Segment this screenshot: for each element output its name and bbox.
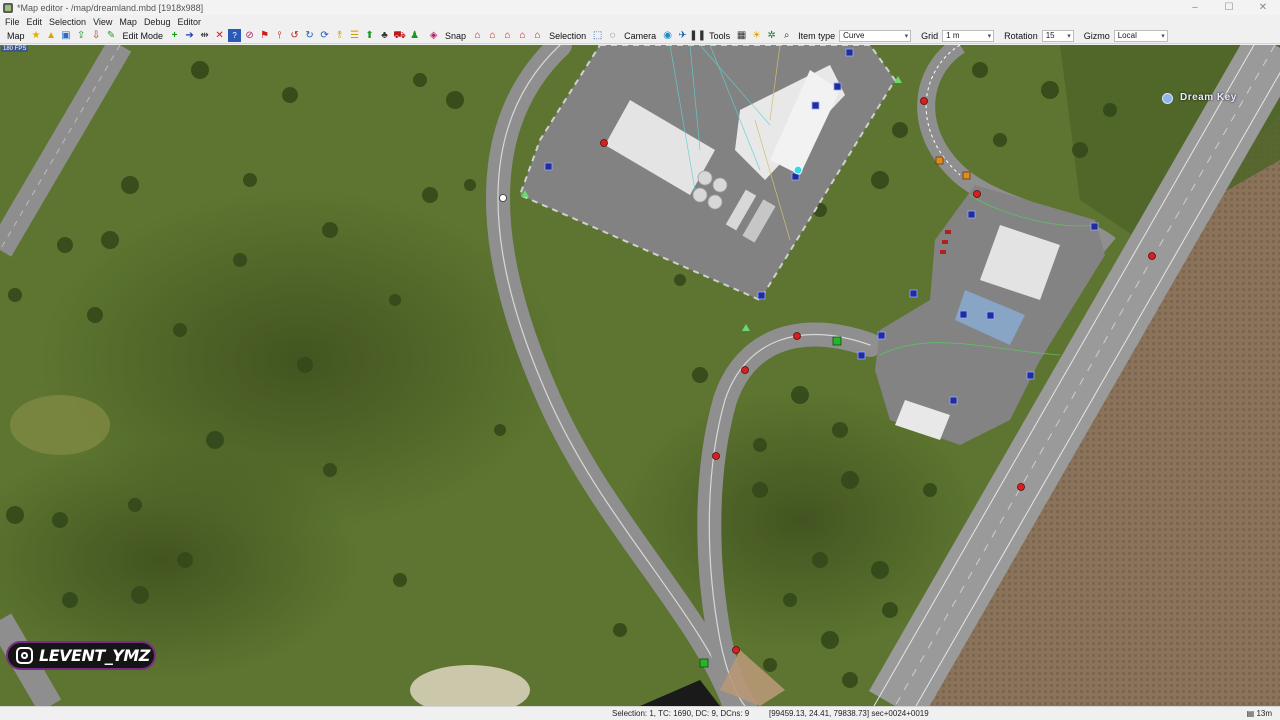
camera-button[interactable]: Camera xyxy=(620,31,660,41)
chevron-down-icon: ▾ xyxy=(1067,32,1071,40)
search-icon[interactable]: ⌕ xyxy=(780,29,793,42)
selection-status: Selection: 1, TC: 1690, DC: 9, DCns: 9 xyxy=(612,709,750,718)
sun-icon[interactable]: ☀ xyxy=(750,29,763,42)
map-viewport[interactable]: 180 FPS Dream Key xyxy=(0,45,1280,706)
rotate-left-icon[interactable]: ↺ xyxy=(288,29,301,42)
arrow-up-icon[interactable]: ⬆ xyxy=(363,29,376,42)
sound-icon[interactable]: ◈ xyxy=(427,29,440,42)
grid-value: 1 m xyxy=(946,31,960,40)
window-title: *Map editor - /map/dreamland.mbd [1918x9… xyxy=(17,2,204,13)
menu-map[interactable]: Map xyxy=(117,17,142,27)
grid-label: Grid xyxy=(921,30,939,41)
flag-icon[interactable]: ⚑ xyxy=(258,29,271,42)
marker-icon[interactable]: ⥉ xyxy=(333,29,346,42)
rotate-icon[interactable]: ↻ xyxy=(303,29,316,42)
lasso-icon[interactable]: ◌ xyxy=(606,29,619,42)
open-icon[interactable]: ▲ xyxy=(45,29,58,42)
menu-selection[interactable]: Selection xyxy=(47,17,91,27)
import-icon[interactable]: ⇩ xyxy=(90,29,103,42)
pause-icon[interactable]: ❚❚ xyxy=(689,29,706,42)
menu-view[interactable]: View xyxy=(91,17,117,27)
zoom-status: ▤ 13m xyxy=(1246,709,1272,718)
watermark: LEVENT_YMZ xyxy=(6,641,156,670)
grid-select[interactable]: 1 m ▾ xyxy=(942,29,995,42)
edit-mode-icon[interactable]: ✎ xyxy=(105,29,118,42)
gizmo-label: Gizmo xyxy=(1083,30,1110,41)
menu-bar: File Edit Selection View Map Debug Edito… xyxy=(0,15,1280,28)
menu-edit[interactable]: Edit xyxy=(25,17,48,27)
rotation-label: Rotation xyxy=(1004,30,1038,41)
selected-node[interactable] xyxy=(793,165,803,175)
rect-select-icon[interactable]: ⬚ xyxy=(591,29,604,42)
fps-counter: 180 FPS xyxy=(1,46,29,52)
instagram-icon xyxy=(16,647,33,664)
tree-icon[interactable]: ♣ xyxy=(378,29,391,42)
zoom-value: 13m xyxy=(1256,709,1272,718)
menu-debug[interactable]: Debug xyxy=(142,17,176,27)
snap-grid-icon[interactable]: ⌂ xyxy=(516,29,529,42)
move-icon[interactable]: ➔ xyxy=(183,29,196,42)
snap-angle-icon[interactable]: ⌂ xyxy=(531,29,544,42)
car-icon[interactable]: ⛟ xyxy=(393,29,406,42)
settings-icon[interactable]: ✲ xyxy=(765,29,778,42)
rotation-select[interactable]: 15 ▾ xyxy=(1041,29,1074,42)
refresh-icon[interactable]: ⟳ xyxy=(318,29,331,42)
chevron-down-icon: ▾ xyxy=(904,32,909,40)
minimize-button[interactable]: – xyxy=(1178,0,1212,15)
dry-patch xyxy=(10,395,110,455)
status-bar: Selection: 1, TC: 1690, DC: 9, DCns: 9 [… xyxy=(0,706,1280,720)
forbid-icon[interactable]: ⊘ xyxy=(243,29,256,42)
chevron-down-icon: ▾ xyxy=(1161,32,1165,40)
save-icon[interactable]: ▣ xyxy=(60,29,73,42)
maximize-button[interactable]: ☐ xyxy=(1212,0,1246,15)
map-menu-button[interactable]: Map xyxy=(3,31,29,41)
title-bar: *Map editor - /map/dreamland.mbd [1918x9… xyxy=(0,0,1280,15)
menu-file[interactable]: File xyxy=(3,17,25,27)
city-marker-icon xyxy=(1162,93,1173,104)
selection-button[interactable]: Selection xyxy=(545,31,590,41)
pin-icon[interactable]: ⫯ xyxy=(273,29,286,42)
grid-tool-icon[interactable]: ▦ xyxy=(735,29,748,42)
layers-icon[interactable]: ☰ xyxy=(348,29,361,42)
star-icon[interactable]: ★ xyxy=(30,29,43,42)
camera-orbit-icon[interactable]: ◉ xyxy=(661,29,674,42)
rotation-value: 15 xyxy=(1045,31,1055,40)
toolbar: Map ★ ▲ ▣ ⇪ ⇩ ✎ Edit Mode + ➔ ⇹ ✕ ? ⊘ ⚑ … xyxy=(0,28,1280,44)
window-controls: – ☐ ✕ xyxy=(1178,0,1280,15)
camera-fly-icon[interactable]: ✈ xyxy=(676,29,689,42)
export-icon[interactable]: ⇪ xyxy=(75,29,88,42)
item-type-label: Item type xyxy=(798,30,836,41)
gizmo-value: Local xyxy=(1117,31,1137,40)
add-icon[interactable]: + xyxy=(168,29,181,42)
delete-icon[interactable]: ✕ xyxy=(213,29,226,42)
app-icon xyxy=(3,2,13,13)
item-type-select[interactable]: Curve ▾ xyxy=(839,29,912,42)
coordinates-status: [99459.13, 24.41, 79838.73] sec+0024+001… xyxy=(769,709,929,718)
watermark-text: LEVENT_YMZ xyxy=(39,646,150,665)
gizmo-select[interactable]: Local ▾ xyxy=(1113,29,1168,42)
chevron-down-icon: ▾ xyxy=(987,32,992,40)
item-type-value: Curve xyxy=(843,31,865,40)
cursor-node[interactable] xyxy=(499,194,507,202)
snap-curve-icon[interactable]: ⌂ xyxy=(501,29,514,42)
snap-edge-icon[interactable]: ⌂ xyxy=(486,29,499,42)
menu-editor[interactable]: Editor xyxy=(175,17,206,27)
help-icon[interactable]: ? xyxy=(228,29,242,42)
city-label: Dream Key xyxy=(1180,92,1237,103)
connect-icon[interactable]: ⇹ xyxy=(198,29,211,42)
snap-button[interactable]: Snap xyxy=(441,31,470,41)
person-icon[interactable]: ♟ xyxy=(408,29,421,42)
close-button[interactable]: ✕ xyxy=(1246,0,1280,15)
snap-node-icon[interactable]: ⌂ xyxy=(471,29,484,42)
edit-mode-button[interactable]: Edit Mode xyxy=(119,31,168,41)
map-canvas[interactable] xyxy=(0,45,1280,706)
tools-button[interactable]: Tools xyxy=(705,31,734,41)
